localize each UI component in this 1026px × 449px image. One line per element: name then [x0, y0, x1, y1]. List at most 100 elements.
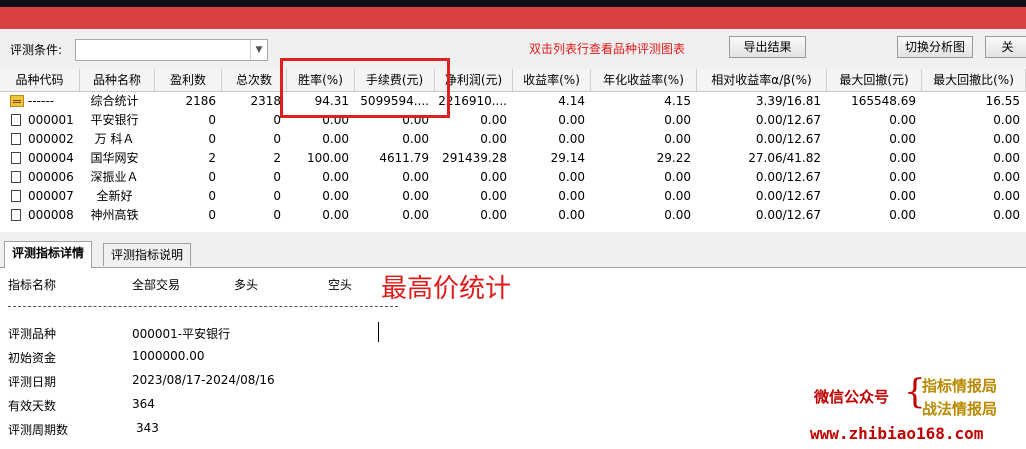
- annotation-text: 最高价统计: [381, 274, 512, 304]
- detail-col-long: 多头: [234, 278, 259, 292]
- detail-col-short: 空头: [328, 278, 353, 292]
- table-cell-total: 2: [273, 151, 281, 165]
- table-cell-win: 2186: [185, 94, 216, 108]
- table-cell-maxdd: 0.00: [889, 189, 916, 203]
- divider: [8, 306, 398, 307]
- table-row[interactable]: 000004 国华网安 2 2 100.00 4611.79 291439.28 29.14 2…: [0, 149, 1026, 168]
- table-cell-rel: 0.00/12.67: [755, 189, 821, 203]
- column-header[interactable]: 最大回撤(元): [827, 69, 922, 91]
- detail-item-label: 有效天数: [8, 399, 57, 413]
- watermark-line2: 战法情报局: [922, 400, 998, 418]
- table-cell-annual: 0.00: [664, 113, 691, 127]
- document-icon: [11, 114, 21, 126]
- table-cell-code: 000008: [28, 208, 74, 222]
- table-cell-maxddr: 16.55: [985, 94, 1020, 108]
- table-cell-annual: 0.00: [664, 189, 691, 203]
- column-header[interactable]: 盈利数: [155, 69, 222, 91]
- table-cell-profit: 0.00: [480, 132, 507, 146]
- table-cell-maxddr: 0.00: [993, 132, 1020, 146]
- table-cell-name: 全新好: [96, 189, 133, 203]
- document-icon: [11, 190, 21, 202]
- table-cell-code: 000001: [28, 113, 74, 127]
- chevron-down-icon[interactable]: ▼: [250, 40, 267, 60]
- detail-item-value: 1000000.00: [132, 349, 205, 363]
- table-cell-rel: 27.06/41.82: [748, 151, 821, 165]
- table-cell-rate: 0.00: [322, 132, 349, 146]
- column-header[interactable]: 总次数: [222, 69, 287, 91]
- table-cell-fee: 0.00: [402, 170, 429, 184]
- column-header[interactable]: 收益率(%): [513, 69, 591, 91]
- table-cell-total: 0: [273, 170, 281, 184]
- table-row[interactable]: 000008 神州高铁 0 0 0.00 0.00 0.00 0.00 0.00 0.00/12.…: [0, 206, 1026, 225]
- table-cell-fee: 0.00: [402, 132, 429, 146]
- table-cell-win: 0: [208, 170, 216, 184]
- table-row[interactable]: 000007 全新好 0 0 0.00 0.00 0.00 0.00 0.00 0.00/12.6…: [0, 187, 1026, 206]
- detail-col-all: 全部交易: [132, 278, 181, 292]
- table-row[interactable]: 000006 深振业Ａ 0 0 0.00 0.00 0.00 0.00 0.00 0.00/12.…: [0, 168, 1026, 187]
- switch-chart-button[interactable]: 切换分析图: [897, 36, 973, 58]
- table-cell-total: 0: [273, 208, 281, 222]
- table-cell-annual: 0.00: [664, 170, 691, 184]
- table-cell-ret: 0.00: [558, 170, 585, 184]
- table-cell-annual: 4.15: [664, 94, 691, 108]
- table-row-partial: [0, 225, 1026, 230]
- table-cell-maxdd: 0.00: [889, 151, 916, 165]
- table-cell-code: ------: [28, 94, 54, 108]
- close-button[interactable]: 关: [985, 36, 1026, 58]
- column-header[interactable]: 最大回撤比(%): [922, 69, 1026, 91]
- text-cursor: [378, 322, 379, 342]
- table-cell-code: 000006: [28, 170, 74, 184]
- table-cell-rate: 100.00: [307, 151, 349, 165]
- table-row[interactable]: ------ 综合统计 2186 2318 94.31 5099594.... 221691…: [0, 92, 1026, 111]
- document-icon: [11, 209, 21, 221]
- top-strip: [0, 0, 1026, 7]
- table-cell-total: 0: [273, 132, 281, 146]
- detail-item-label: 初始资金: [8, 351, 57, 365]
- table-cell-win: 0: [208, 208, 216, 222]
- table-cell-annual: 0.00: [664, 132, 691, 146]
- condition-bar: 评测条件: ▼ 双击列表行查看品种评测图表 导出结果 切换分析图 关: [0, 29, 1026, 69]
- document-icon: [11, 133, 21, 145]
- column-header[interactable]: 相对收益率α/β(%): [697, 69, 827, 91]
- table-cell-rate: 0.00: [322, 170, 349, 184]
- detail-col-name: 指标名称: [8, 278, 57, 292]
- condition-select[interactable]: ▼: [75, 39, 268, 61]
- table-cell-rel: 0.00/12.67: [755, 170, 821, 184]
- column-header[interactable]: 品种名称: [80, 69, 155, 91]
- watermark-wechat: 微信公众号: [814, 388, 890, 406]
- table-cell-rel: 0.00/12.67: [755, 132, 821, 146]
- table-cell-rel: 3.39/16.81: [755, 94, 821, 108]
- detail-item-value: 364: [132, 397, 155, 411]
- export-results-button[interactable]: 导出结果: [729, 36, 806, 58]
- table-cell-name: 万 科Ａ: [94, 132, 135, 146]
- table-cell-fee: 4611.79: [379, 151, 429, 165]
- table-cell-total: 2318: [250, 94, 281, 108]
- detail-item-label: 评测日期: [8, 375, 57, 389]
- table-cell-rate: 0.00: [322, 189, 349, 203]
- table-cell-ret: 29.14: [550, 151, 585, 165]
- table-cell-name: 国华网安: [90, 151, 139, 165]
- table-cell-profit: 0.00: [480, 208, 507, 222]
- table-row[interactable]: 000002 万 科Ａ 0 0 0.00 0.00 0.00 0.00 0.00 0.00/12.…: [0, 130, 1026, 149]
- table-cell-name: 平安银行: [90, 113, 139, 127]
- table-cell-ret: 0.00: [558, 208, 585, 222]
- highlight-box: [280, 58, 450, 118]
- table-cell-annual: 0.00: [664, 208, 691, 222]
- column-header[interactable]: 品种代码: [0, 69, 80, 91]
- tab-indicator-detail[interactable]: 评测指标详情: [4, 241, 93, 268]
- tab-indicator-explain[interactable]: 评测指标说明: [103, 243, 192, 266]
- results-table[interactable]: 品种代码 品种名称 盈利数 总次数 胜率(%) 手续费(元) 净利润(元) 收益率(%) 年化收…: [0, 69, 1026, 232]
- table-cell-ret: 4.14: [558, 94, 585, 108]
- table-cell-profit: 0.00: [480, 189, 507, 203]
- table-cell-annual: 29.22: [656, 151, 691, 165]
- table-cell-fee: 0.00: [402, 189, 429, 203]
- detail-tabs: 评测指标详情 评测指标说明: [0, 239, 1026, 268]
- table-row[interactable]: 000001 平安银行 0 0 0.00 0.00 0.00 0.00 0.00 0.00/12.…: [0, 111, 1026, 130]
- table-cell-maxddr: 0.00: [993, 113, 1020, 127]
- table-cell-maxdd: 0.00: [889, 170, 916, 184]
- table-cell-maxddr: 0.00: [993, 170, 1020, 184]
- watermark-url: www.zhibiao168.com: [810, 424, 984, 443]
- column-header[interactable]: 年化收益率(%): [591, 69, 697, 91]
- detail-item-label: 评测品种: [8, 327, 57, 341]
- window-titlebar: [0, 7, 1026, 29]
